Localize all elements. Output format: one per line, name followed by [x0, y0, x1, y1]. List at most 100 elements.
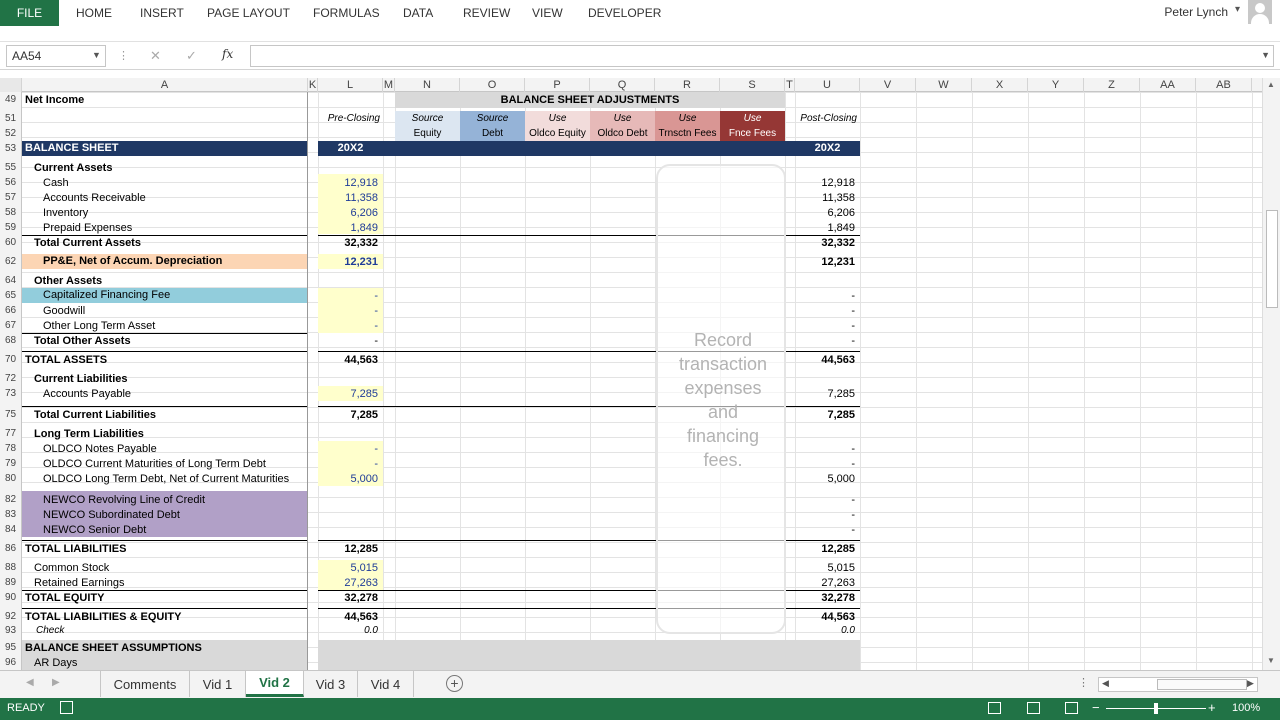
add-sheet-icon[interactable]: +: [446, 675, 463, 692]
macro-record-icon[interactable]: [60, 701, 73, 714]
page-break-view-icon[interactable]: [1065, 702, 1078, 714]
col-header-k[interactable]: K: [308, 78, 318, 92]
col-header-q[interactable]: Q: [590, 78, 655, 92]
vertical-scrollbar[interactable]: ▲ ▼: [1262, 78, 1280, 670]
split-handle-icon[interactable]: ⋮: [1078, 676, 1089, 689]
row-header[interactable]: 62: [0, 256, 22, 267]
row-header[interactable]: 90: [0, 592, 22, 603]
normal-view-icon[interactable]: [988, 702, 1001, 714]
row-header[interactable]: 78: [0, 443, 22, 454]
drag-handle-icon[interactable]: ⋮: [118, 49, 129, 62]
row-header[interactable]: 92: [0, 611, 22, 622]
value-ltd-pre[interactable]: 5,000: [318, 473, 378, 485]
col-header-v[interactable]: V: [860, 78, 916, 92]
value-tcl-pre[interactable]: 7,285: [318, 409, 378, 421]
zoom-in-icon[interactable]: +: [1208, 700, 1216, 715]
row-header[interactable]: 73: [0, 388, 22, 399]
row-header[interactable]: 64: [0, 275, 22, 286]
row-header[interactable]: 65: [0, 290, 22, 301]
scroll-down-icon[interactable]: ▼: [1267, 656, 1275, 665]
value-notes-pre[interactable]: -: [318, 443, 378, 455]
horizontal-scroll-thumb[interactable]: [1157, 679, 1247, 690]
value-ta-post[interactable]: 44,563: [795, 354, 855, 366]
tab-formulas[interactable]: FORMULAS: [313, 0, 380, 26]
value-tle-pre[interactable]: 44,563: [318, 611, 378, 623]
sheet-tab-comments[interactable]: Comments: [100, 671, 190, 697]
row-header[interactable]: 68: [0, 335, 22, 346]
note-textbox[interactable]: Record transaction expenses and financin…: [656, 164, 786, 634]
row-header[interactable]: 55: [0, 162, 22, 173]
cancel-icon[interactable]: ✕: [150, 48, 161, 64]
value-check-pre[interactable]: 0.0: [318, 625, 378, 636]
row-header[interactable]: 59: [0, 222, 22, 233]
row-header[interactable]: 93: [0, 625, 22, 636]
zoom-slider-thumb[interactable]: [1154, 703, 1158, 714]
user-caret-icon[interactable]: ▾: [1235, 4, 1240, 15]
value-te-pre[interactable]: 32,278: [318, 592, 378, 604]
value-cash-pre[interactable]: 12,918: [318, 177, 378, 189]
value-otherlt-post[interactable]: -: [795, 320, 855, 332]
row-header[interactable]: 95: [0, 642, 22, 653]
value-re-post[interactable]: 27,263: [795, 577, 855, 589]
value-tle-post[interactable]: 44,563: [795, 611, 855, 623]
col-header-r[interactable]: R: [655, 78, 720, 92]
row-header[interactable]: 49: [0, 94, 22, 105]
value-ar-post[interactable]: 11,358: [795, 192, 855, 204]
value-goodwill-pre[interactable]: -: [318, 305, 378, 317]
value-prepaid-pre[interactable]: 1,849: [318, 222, 378, 234]
value-check-post[interactable]: 0.0: [795, 625, 855, 636]
col-header-p[interactable]: P: [525, 78, 590, 92]
value-subdebt-post[interactable]: -: [795, 509, 855, 521]
row-header[interactable]: 67: [0, 320, 22, 331]
row-header[interactable]: 53: [0, 143, 22, 154]
row-header[interactable]: 86: [0, 543, 22, 554]
value-capfee-post[interactable]: -: [795, 290, 855, 302]
zoom-level[interactable]: 100%: [1232, 702, 1260, 714]
col-header-aa[interactable]: AA: [1140, 78, 1196, 92]
row-header[interactable]: 80: [0, 473, 22, 484]
hscroll-right-icon[interactable]: ▶: [1247, 678, 1254, 689]
tab-home[interactable]: HOME: [76, 0, 112, 26]
value-notes-post[interactable]: -: [795, 443, 855, 455]
tab-scroll-right-icon[interactable]: ▶: [52, 677, 60, 688]
value-currmat-pre[interactable]: -: [318, 458, 378, 470]
chevron-down-icon[interactable]: ▼: [92, 50, 101, 60]
hscroll-left-icon[interactable]: ◀: [1102, 678, 1109, 689]
tab-scroll-left-icon[interactable]: ◀: [26, 677, 34, 688]
value-currmat-post[interactable]: -: [795, 458, 855, 470]
value-ap-post[interactable]: 7,285: [795, 388, 855, 400]
value-ppe-post[interactable]: 12,231: [795, 256, 855, 268]
select-all-corner[interactable]: [0, 78, 22, 92]
row-header[interactable]: 51: [0, 113, 22, 124]
value-te-post[interactable]: 32,278: [795, 592, 855, 604]
col-header-ab[interactable]: AB: [1196, 78, 1252, 92]
value-prepaid-post[interactable]: 1,849: [795, 222, 855, 234]
cell-grid[interactable]: [22, 92, 1262, 670]
insert-function-icon[interactable]: fx: [222, 47, 233, 61]
col-header-s[interactable]: S: [720, 78, 785, 92]
value-cs-pre[interactable]: 5,015: [318, 562, 378, 574]
value-otherlt-pre[interactable]: -: [318, 320, 378, 332]
row-header[interactable]: 89: [0, 577, 22, 588]
col-header-u[interactable]: U: [795, 78, 860, 92]
value-senior-post[interactable]: -: [795, 524, 855, 536]
zoom-out-icon[interactable]: −: [1092, 700, 1100, 715]
row-header[interactable]: 82: [0, 494, 22, 505]
page-layout-view-icon[interactable]: [1027, 702, 1040, 714]
tab-insert[interactable]: INSERT: [140, 0, 184, 26]
value-inventory-post[interactable]: 6,206: [795, 207, 855, 219]
value-ltd-post[interactable]: 5,000: [795, 473, 855, 485]
row-header[interactable]: 52: [0, 128, 22, 139]
sheet-tab-vid-2[interactable]: Vid 2: [246, 671, 304, 697]
value-tl-pre[interactable]: 12,285: [318, 543, 378, 555]
row-header[interactable]: 56: [0, 177, 22, 188]
tab-view[interactable]: VIEW: [532, 0, 563, 26]
file-tab[interactable]: FILE: [0, 0, 59, 26]
value-tca-pre[interactable]: 32,332: [318, 237, 378, 249]
col-header-t[interactable]: T: [785, 78, 795, 92]
row-header[interactable]: 79: [0, 458, 22, 469]
avatar[interactable]: [1248, 0, 1272, 24]
value-ta-pre[interactable]: 44,563: [318, 354, 378, 366]
tab-developer[interactable]: DEVELOPER: [588, 0, 661, 26]
expand-formula-icon[interactable]: ▼: [1261, 50, 1270, 60]
